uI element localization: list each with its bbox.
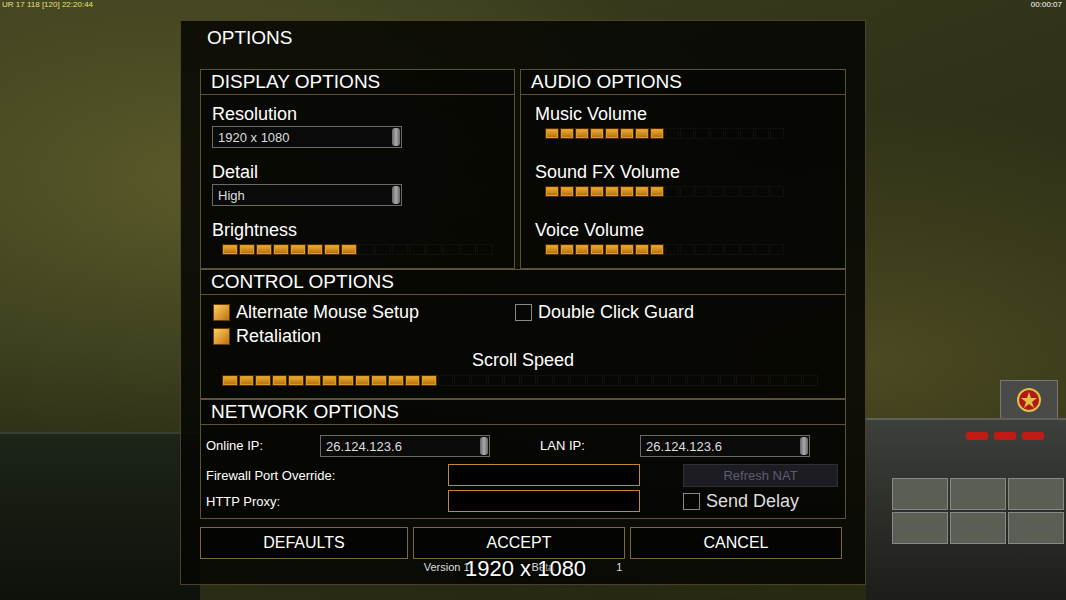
audio-options-panel: AUDIO OPTIONS Music Volume Sound FX Volume… <box>520 69 846 269</box>
setting-label: Resolution <box>212 103 514 125</box>
radar-panel <box>0 432 200 600</box>
setting-dropdown[interactable]: High <box>212 184 402 206</box>
volume-slider[interactable] <box>535 244 845 255</box>
volume-setting: Voice Volume <box>535 219 845 275</box>
brightness-slider[interactable] <box>212 244 514 255</box>
ip-dropdown[interactable]: 26.124.123.6 <box>640 435 810 457</box>
options-dialog: OPTIONSDISPLAY OPTIONSResolution1920 x 1… <box>180 20 866 585</box>
option-checkbox[interactable]: Double Click Guard <box>515 300 845 324</box>
volume-setting: Music Volume <box>535 103 845 159</box>
dialog-button[interactable]: DEFAULTS <box>200 527 408 559</box>
control-options-panel: CONTROL OPTIONS Alternate Mouse SetupReta… <box>200 269 846 399</box>
dropdown-arrow-icon[interactable] <box>392 128 400 146</box>
dropdown-arrow-icon[interactable] <box>480 437 488 455</box>
dialog-title: OPTIONS <box>181 21 865 63</box>
field-label: Online IP: <box>206 438 320 453</box>
display-options-panel: DISPLAY OPTIONSResolution1920 x 1080Deta… <box>200 69 515 269</box>
setting-label: Sound FX Volume <box>535 161 845 183</box>
send-delay-checkbox[interactable]: Send Delay <box>683 491 845 512</box>
dialog-button[interactable]: CANCEL <box>630 527 842 559</box>
setting-label: Brightness <box>212 219 514 241</box>
checkbox-icon[interactable] <box>213 328 230 345</box>
build-slot[interactable] <box>1008 478 1064 510</box>
setting-label: Music Volume <box>535 103 845 125</box>
hud-stats: UR 17 118 [120] 22:20:44 <box>2 0 93 9</box>
scroll-speed-slider[interactable] <box>201 375 845 386</box>
checkbox-icon[interactable] <box>213 304 230 321</box>
faction-emblem-icon <box>1000 380 1058 420</box>
dropdown-arrow-icon[interactable] <box>392 186 400 204</box>
hud-timer: 00:00:07 <box>1031 0 1062 9</box>
field-label: Firewall Port Override: <box>206 468 405 483</box>
setting-label: Detail <box>212 161 514 183</box>
checkbox-icon[interactable] <box>683 493 700 510</box>
panel-header: NETWORK OPTIONS <box>201 400 845 425</box>
game-screen: UR 17 118 [120] 22:20:44 00:00:07 OPTIONS D… <box>0 0 1066 600</box>
build-slot[interactable] <box>1008 512 1064 544</box>
display-setting: Brightness <box>212 219 514 275</box>
refresh-nat-button[interactable]: Refresh NAT <box>683 464 838 487</box>
proxy-input[interactable] <box>448 490 640 512</box>
display-setting: Resolution1920 x 1080 <box>212 103 514 159</box>
command-bar <box>866 418 1066 600</box>
checkbox-icon[interactable] <box>515 304 532 321</box>
volume-slider[interactable] <box>535 186 845 197</box>
panel-header: CONTROL OPTIONS <box>201 270 845 295</box>
build-slot[interactable] <box>892 512 948 544</box>
panel-header: DISPLAY OPTIONS <box>201 70 514 95</box>
resolution-overlay: 1920 x 1080 <box>465 556 586 582</box>
port-input[interactable] <box>448 464 640 486</box>
dropdown-arrow-icon[interactable] <box>800 437 808 455</box>
setting-label: Voice Volume <box>535 219 845 241</box>
network-options-panel: NETWORK OPTIONSOnline IP:26.124.123.6LAN… <box>200 399 846 519</box>
field-label: HTTP Proxy: <box>206 494 405 509</box>
volume-setting: Sound FX Volume <box>535 161 845 217</box>
panel-header: AUDIO OPTIONS <box>521 70 845 95</box>
dialog-button[interactable]: ACCEPT <box>413 527 625 559</box>
display-setting: DetailHigh <box>212 161 514 217</box>
build-slot[interactable] <box>950 478 1006 510</box>
build-slot[interactable] <box>950 512 1006 544</box>
field-label: LAN IP: <box>490 438 640 453</box>
option-checkbox[interactable]: Retaliation <box>213 324 515 348</box>
build-slot[interactable] <box>892 478 948 510</box>
ip-dropdown[interactable]: 26.124.123.6 <box>320 435 490 457</box>
setting-label: Scroll Speed <box>201 350 845 371</box>
volume-slider[interactable] <box>535 128 845 139</box>
option-checkbox[interactable]: Alternate Mouse Setup <box>213 300 515 324</box>
setting-dropdown[interactable]: 1920 x 1080 <box>212 126 402 148</box>
